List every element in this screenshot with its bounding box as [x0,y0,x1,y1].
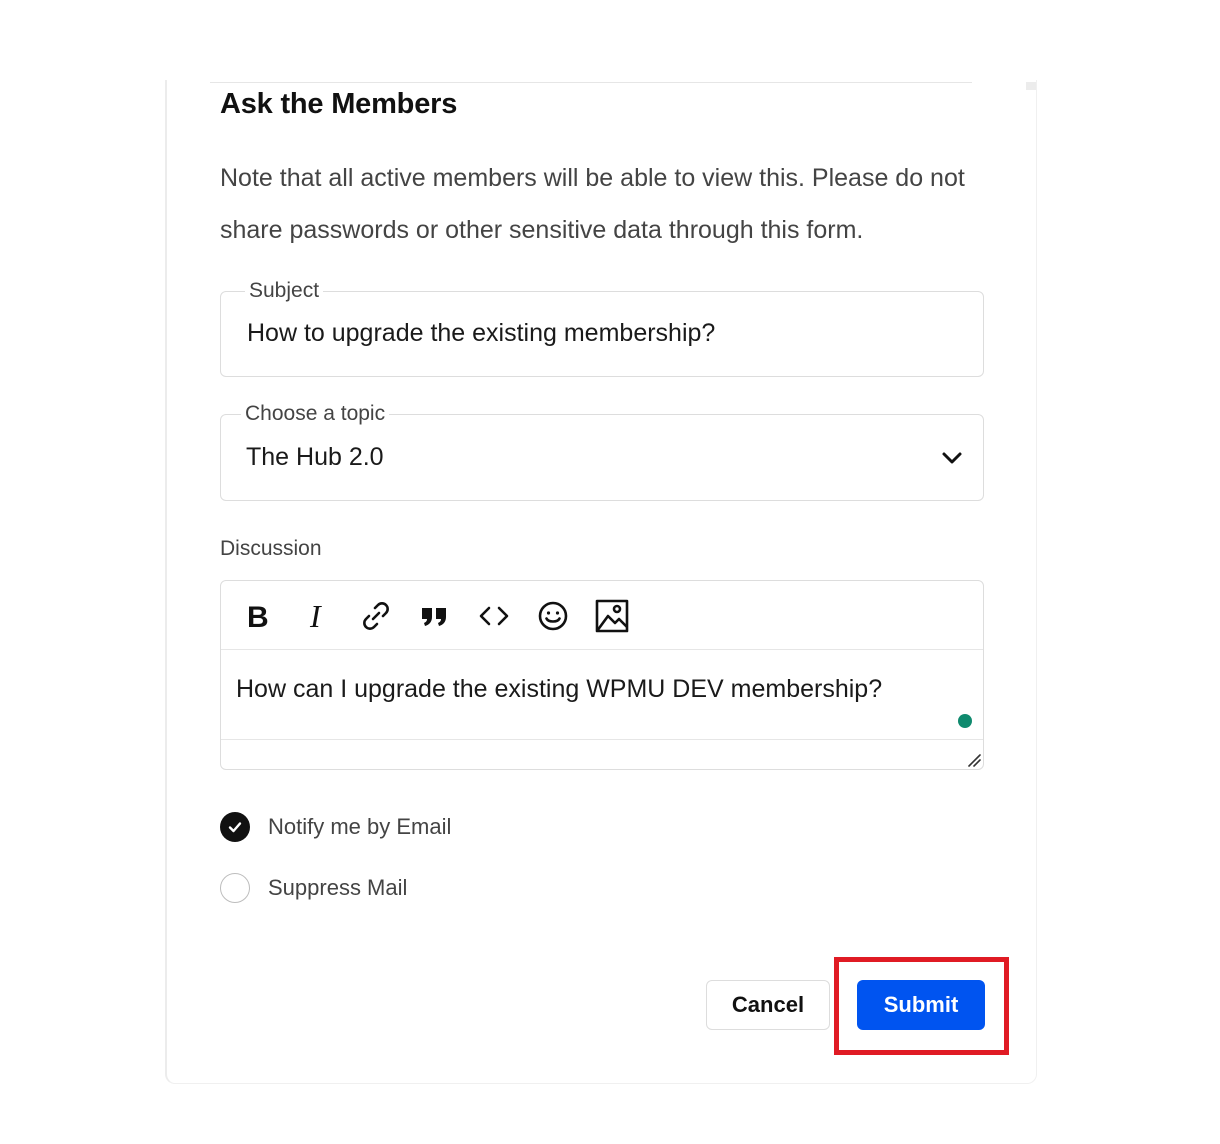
suppress-mail-label: Suppress Mail [268,875,408,900]
notify-email-option[interactable]: Notify me by Email [220,811,451,843]
editor-toolbar: B I [221,581,983,650]
privacy-note: Note that all active members will be abl… [220,164,965,244]
chevron-down-icon[interactable] [941,447,963,469]
dialog-title: Ask the Members [220,88,458,120]
quote-icon[interactable] [417,598,453,634]
suppress-mail-option[interactable]: Suppress Mail [220,872,407,904]
emoji-icon[interactable] [535,598,571,634]
discussion-label: Discussion [220,537,322,560]
editor-footer-divider [221,739,983,740]
italic-icon[interactable]: I [299,598,335,634]
resize-handle-icon[interactable] [967,753,981,767]
topic-selected-value[interactable]: The Hub 2.0 [246,443,384,472]
screenshot-stage: Ask the Members Note that all active mem… [0,0,1220,1144]
discussion-textarea[interactable]: How can I upgrade the existing WPMU DEV … [236,675,882,704]
svg-text:I: I [309,601,322,631]
image-icon[interactable] [594,598,630,634]
scrollbar-thumb[interactable] [1026,82,1036,90]
code-icon[interactable] [476,598,512,634]
checkmark-icon[interactable] [220,812,250,842]
grammar-status-icon[interactable] [958,714,972,728]
subject-field[interactable]: Subject How to upgrade the existing memb… [220,278,984,377]
subject-input[interactable]: How to upgrade the existing membership? [247,319,715,348]
svg-text:B: B [247,602,269,630]
submit-highlight-annotation [834,957,1009,1055]
bold-icon[interactable]: B [240,598,276,634]
topic-label: Choose a topic [241,401,390,427]
dialog-top-divider [210,82,972,83]
link-icon[interactable] [358,598,394,634]
subject-label: Subject [245,278,324,304]
cancel-button[interactable]: Cancel [706,980,830,1030]
topic-select[interactable]: Choose a topic The Hub 2.0 [220,401,984,501]
notify-email-label: Notify me by Email [268,814,452,839]
unchecked-circle-icon[interactable] [220,873,250,903]
discussion-editor[interactable]: B I How can I upgrade the existing WPMU … [220,580,984,770]
